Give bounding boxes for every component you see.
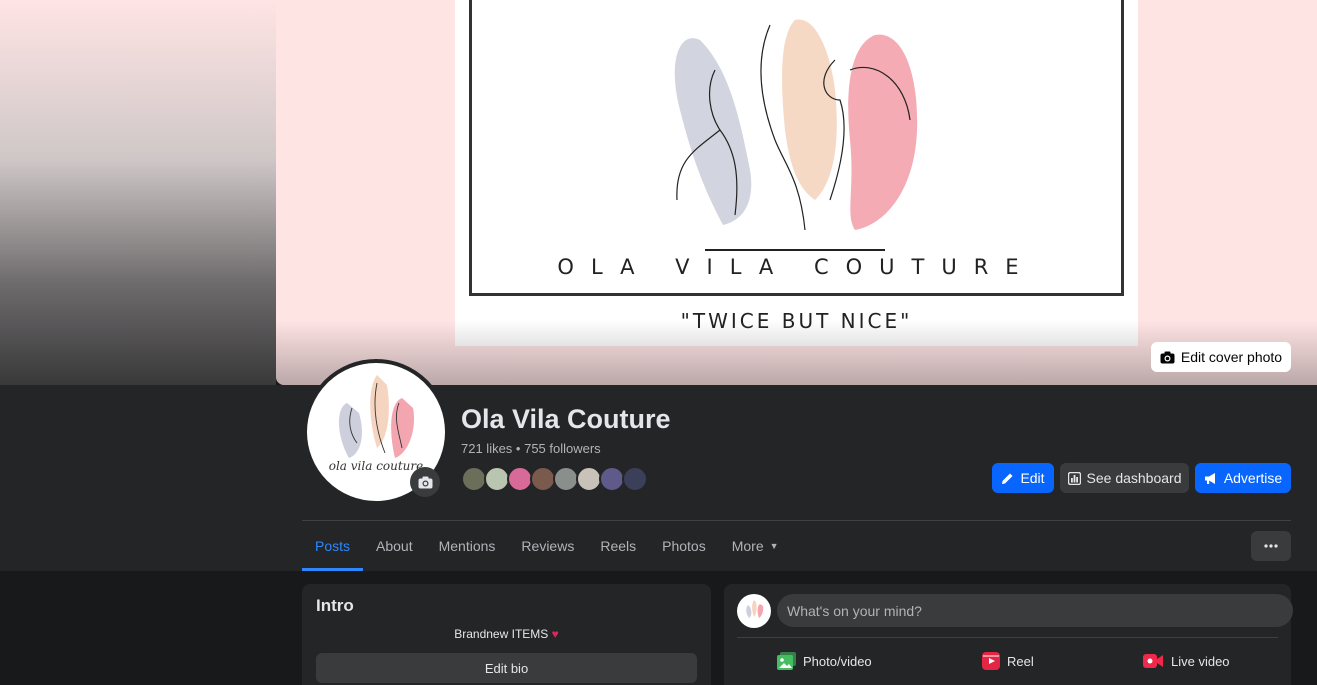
camera-icon <box>1160 351 1175 363</box>
composer-divider <box>737 637 1278 638</box>
tab-reviews-label: Reviews <box>521 538 575 554</box>
composer-avatar-logo <box>746 600 764 618</box>
whats-on-your-mind-input[interactable]: What's on your mind? <box>777 594 1293 627</box>
likes-followers-count[interactable]: 721 likes • 755 followers <box>461 441 601 456</box>
edit-bio-label: Edit bio <box>484 660 529 676</box>
dashboard-icon <box>1067 471 1081 485</box>
intro-title: Intro <box>316 596 354 615</box>
tab-more[interactable]: More ▼ <box>719 521 792 571</box>
header-background-left <box>0 385 276 571</box>
follower-avatars[interactable] <box>461 466 648 492</box>
tab-mentions[interactable]: Mentions <box>426 521 509 571</box>
see-dashboard-label: See dashboard <box>1086 470 1182 486</box>
photo-icon <box>777 652 796 670</box>
tab-posts[interactable]: Posts <box>302 521 364 571</box>
more-options-button[interactable] <box>1251 531 1291 561</box>
tab-reels-label: Reels <box>600 538 637 554</box>
follower-avatar[interactable] <box>622 466 648 492</box>
photo-video-button[interactable]: Photo/video <box>777 648 872 674</box>
tab-posts-label: Posts <box>315 538 351 554</box>
live-video-label: Live video <box>1171 653 1230 669</box>
composer-avatar[interactable] <box>737 594 771 628</box>
update-profile-picture-button[interactable] <box>410 467 440 497</box>
tab-reels[interactable]: Reels <box>587 521 649 571</box>
composer-placeholder: What's on your mind? <box>787 602 922 619</box>
logo-frame <box>469 0 1124 296</box>
red-heart-icon: ♥ <box>551 627 559 641</box>
intro-bio-text: Brandnew ITEMS <box>454 627 549 641</box>
advertise-label: Advertise <box>1223 470 1283 486</box>
photo-video-label: Photo/video <box>803 653 872 669</box>
pencil-icon <box>1002 473 1013 484</box>
tab-photos[interactable]: Photos <box>649 521 719 571</box>
cover-photo[interactable]: OLA VILA COUTURE "TWICE BUT NICE" Edit c… <box>276 0 1317 385</box>
reel-icon <box>982 652 1000 670</box>
tab-about[interactable]: About <box>363 521 426 571</box>
live-video-icon <box>1143 654 1163 668</box>
edit-page-label: Edit <box>1020 470 1045 486</box>
megaphone-icon <box>1204 472 1215 484</box>
edit-cover-photo-button[interactable]: Edit cover photo <box>1151 342 1291 372</box>
cover-brand-name: OLA VILA COUTURE <box>557 255 1036 279</box>
advertise-button[interactable]: Advertise <box>1195 463 1291 493</box>
intro-bio: Brandnew ITEMS ♥ <box>302 627 711 641</box>
tab-more-label: More <box>731 538 764 554</box>
page-title: Ola Vila Couture <box>461 404 671 434</box>
tab-about-label: About <box>376 538 413 554</box>
dots-icon <box>1264 544 1278 548</box>
reel-button[interactable]: Reel <box>982 648 1034 674</box>
post-composer-card: What's on your mind? Photo/video Reel Li… <box>724 584 1293 685</box>
cover-logo-artwork: OLA VILA COUTURE "TWICE BUT NICE" <box>455 0 1138 346</box>
intro-card: Intro Brandnew ITEMS ♥ Edit bio <box>302 584 711 685</box>
live-video-button[interactable]: Live video <box>1143 648 1230 674</box>
see-dashboard-button[interactable]: See dashboard <box>1060 463 1189 493</box>
tab-mentions-label: Mentions <box>438 538 496 554</box>
edit-bio-button[interactable]: Edit bio <box>316 653 697 683</box>
tab-photos-label: Photos <box>662 538 706 554</box>
edit-page-button[interactable]: Edit <box>992 463 1054 493</box>
camera-icon <box>418 476 432 488</box>
tab-reviews[interactable]: Reviews <box>508 521 587 571</box>
page-tabs: Posts About Mentions Reviews Reels Photo… <box>302 521 792 571</box>
facebook-page-view: OLA VILA COUTURE "TWICE BUT NICE" Edit c… <box>0 0 1317 685</box>
edit-cover-photo-label: Edit cover photo <box>1180 349 1283 365</box>
reel-label: Reel <box>1007 653 1034 669</box>
caret-down-icon: ▼ <box>769 541 779 551</box>
